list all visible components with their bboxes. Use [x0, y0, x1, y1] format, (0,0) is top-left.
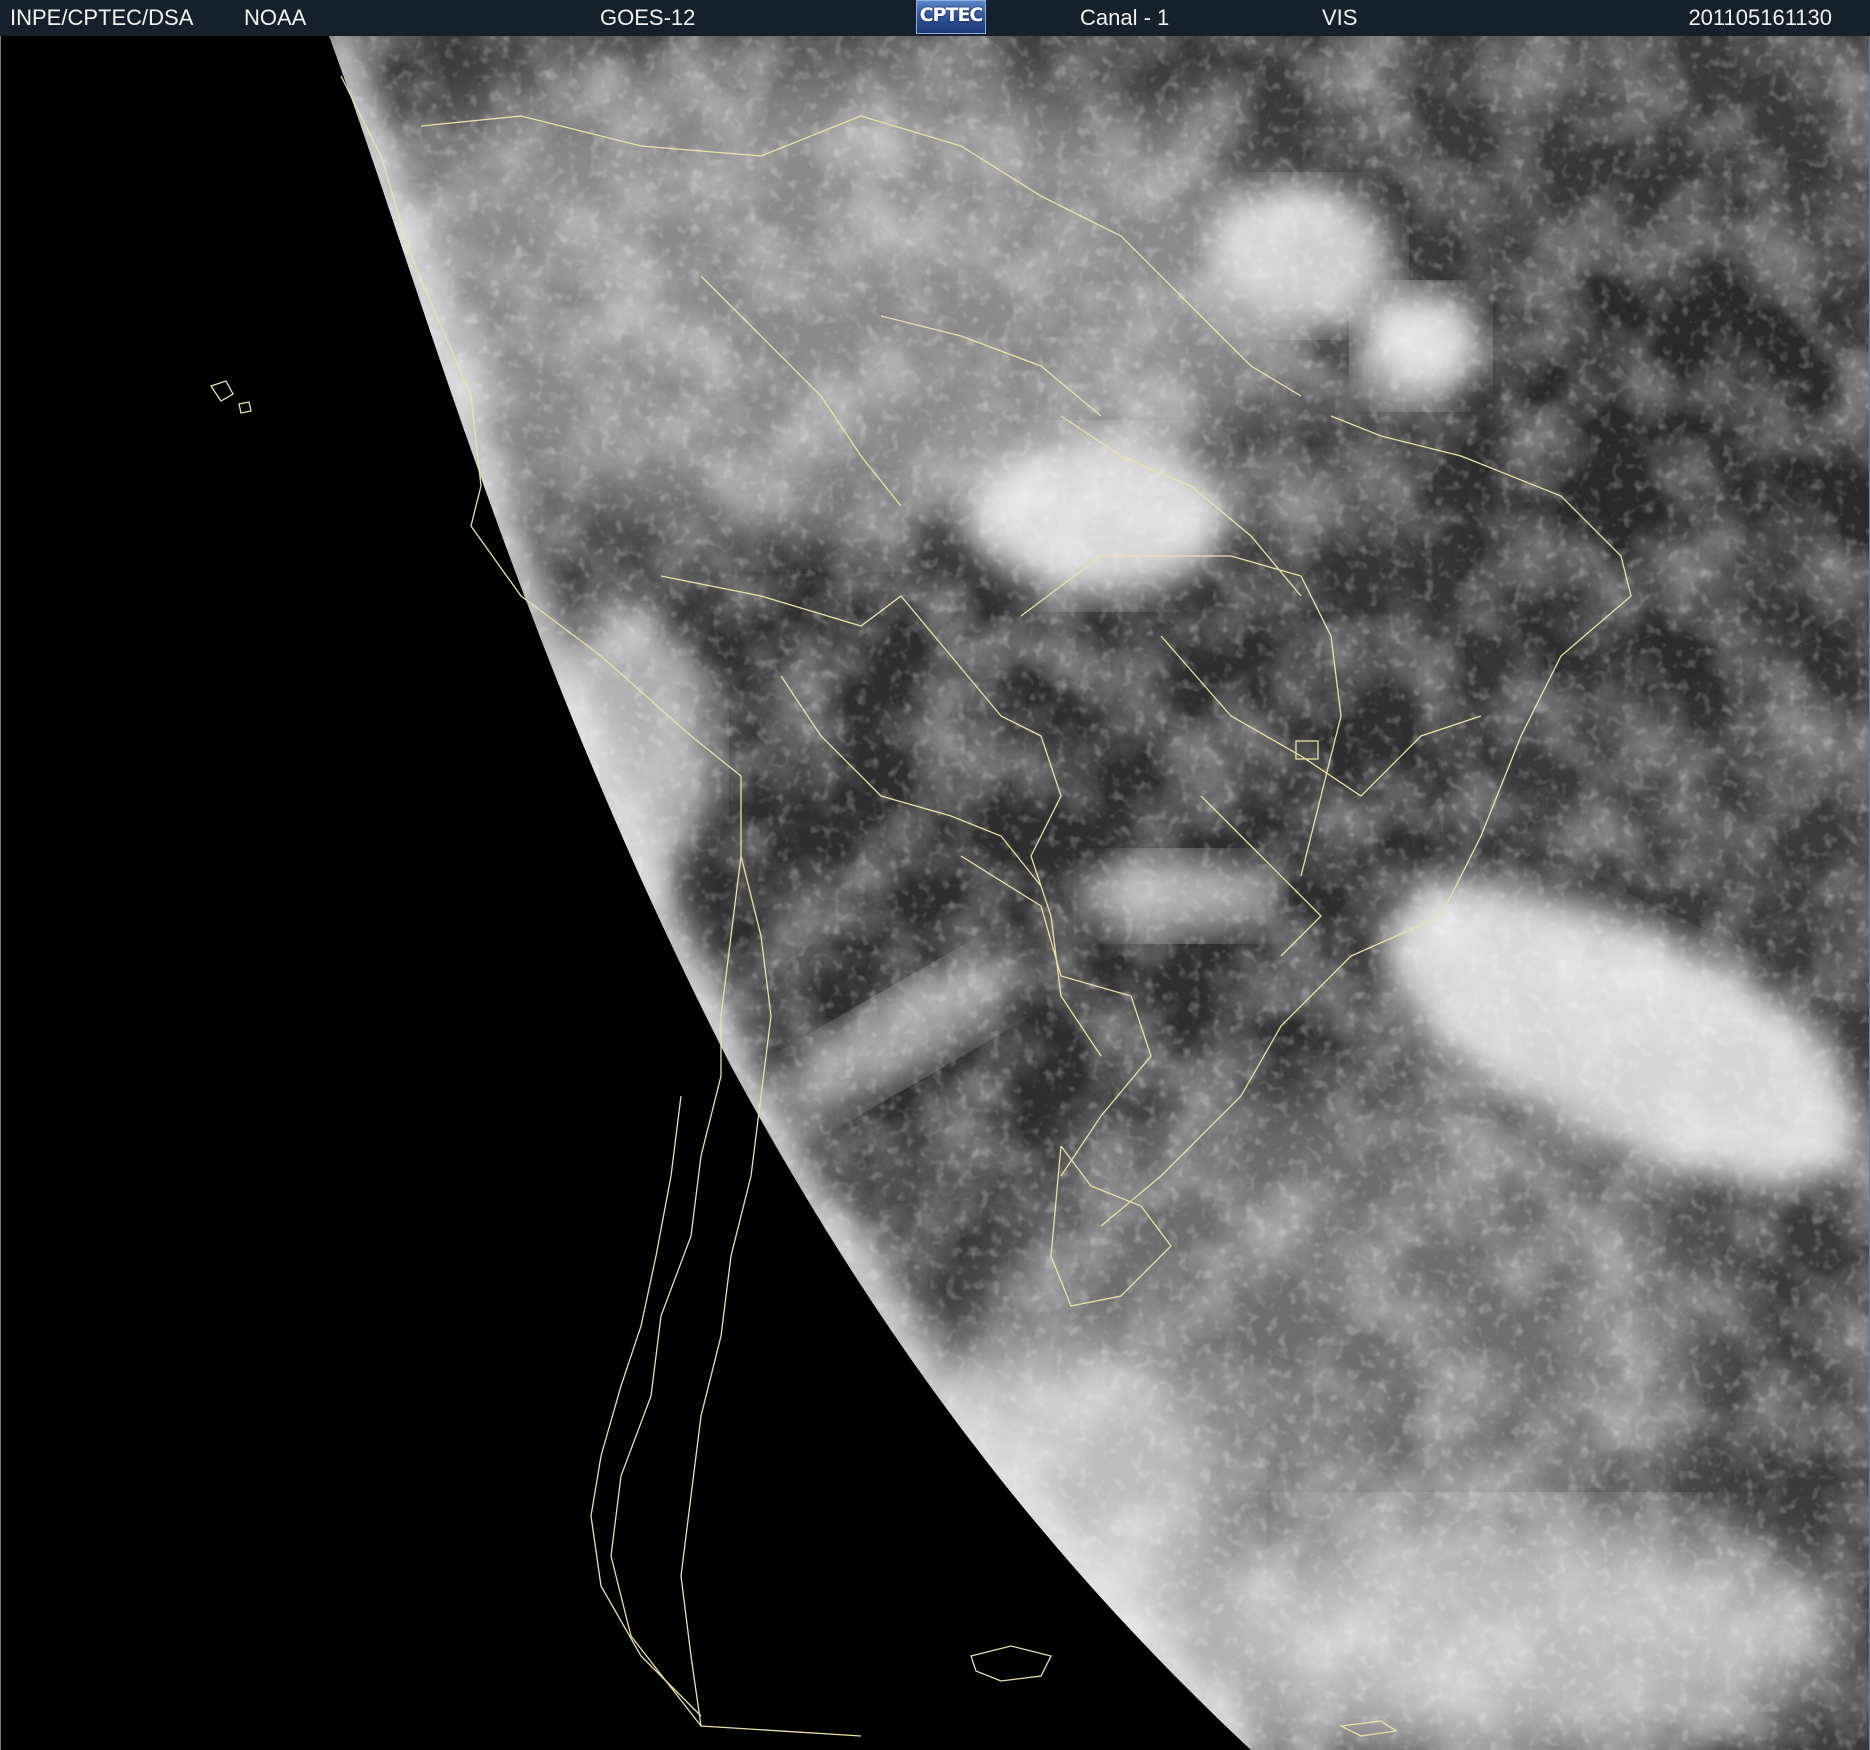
agency-label: NOAA: [244, 5, 307, 30]
logo-text: CPTEC: [919, 4, 984, 26]
image-header-bar: INPE/CPTEC/DSA NOAA GOES-12 CPTEC Canal …: [0, 0, 1870, 38]
satellite-label: GOES-12: [600, 5, 696, 30]
organization-label: INPE/CPTEC/DSA: [10, 5, 194, 30]
cptec-logo: CPTEC: [916, 0, 986, 34]
satellite-image-frame: [0, 36, 1870, 1750]
channel-label: Canal - 1: [1080, 5, 1170, 30]
timestamp-label: 201105161130: [1688, 5, 1832, 30]
satellite-image: [1, 36, 1869, 1750]
band-label: VIS: [1322, 5, 1358, 30]
